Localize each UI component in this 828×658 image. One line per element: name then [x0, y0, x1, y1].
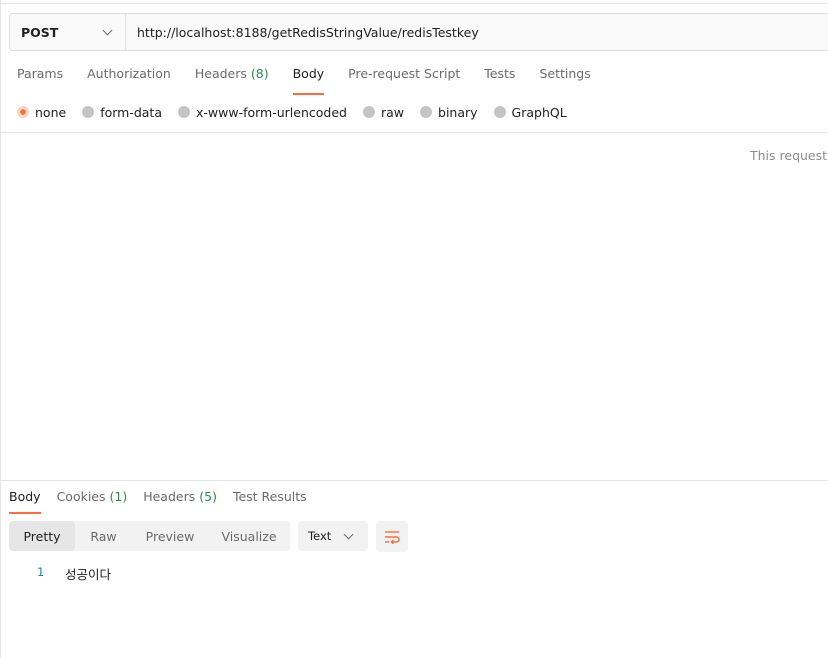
tab-params[interactable]: Params [17, 66, 63, 88]
format-select[interactable]: Text [298, 521, 368, 551]
radio-label: form-data [100, 104, 162, 120]
tab-label: Body [9, 489, 41, 504]
radio-label: none [35, 104, 67, 120]
tab-pre-request-script[interactable]: Pre-request Script [348, 66, 460, 88]
radio-x-www-form-urlencoded[interactable]: x-www-form-urlencoded [178, 105, 347, 120]
response-tab-headers[interactable]: Headers (5) [143, 489, 217, 511]
response-tab-test-results[interactable]: Test Results [233, 489, 307, 511]
wrap-lines-button[interactable] [376, 521, 408, 552]
response-tab-cookies[interactable]: Cookies (1) [57, 489, 128, 511]
tab-label: Headers [143, 489, 196, 504]
radio-raw[interactable]: raw [362, 104, 405, 120]
radio-binary[interactable]: binary [420, 105, 478, 120]
headers-count: (8) [250, 66, 269, 81]
tab-label: Headers [194, 66, 247, 81]
body-type-radios: none form-data x-www-form-urlencoded raw… [17, 104, 583, 120]
tab-label: Authorization [87, 66, 171, 81]
tab-label: Cookies [56, 489, 106, 504]
radio-graphql[interactable]: GraphQL [493, 104, 567, 120]
view-preview-button[interactable]: Preview [132, 521, 208, 551]
tab-label: Params [17, 66, 64, 81]
left-border [0, 0, 1, 658]
no-body-message: This request d [750, 148, 828, 163]
request-tabs: Params Authorization Headers (8) Body Pr… [17, 66, 615, 95]
line-number: 1 [37, 565, 44, 579]
view-pretty-button[interactable]: Pretty [9, 521, 75, 551]
tab-label: Pre-request Script [348, 66, 461, 81]
radio-icon [362, 106, 375, 118]
view-mode-group: Pretty Raw Preview Visualize [9, 521, 290, 551]
radio-selected-icon [17, 106, 29, 118]
tab-settings[interactable]: Settings [539, 66, 590, 88]
response-headers-count: (5) [199, 489, 217, 504]
radio-label: GraphQL [511, 104, 567, 120]
tab-body[interactable]: Body [292, 66, 325, 95]
radio-icon [82, 106, 95, 118]
method-label: POST [21, 24, 59, 40]
url-input[interactable]: http://localhost:8188/getRedisStringValu… [126, 25, 479, 40]
format-label: Text [308, 529, 332, 543]
radio-label: binary [438, 104, 478, 120]
view-visualize-button[interactable]: Visualize [208, 521, 290, 551]
url-bar: POST http://localhost:8188/getRedisStrin… [9, 13, 828, 51]
response-body-text: 성공이다 [65, 567, 112, 582]
radio-label: raw [380, 104, 405, 120]
tab-label: Body [292, 66, 325, 81]
tab-headers[interactable]: Headers (8) [195, 66, 269, 88]
radio-label: x-www-form-urlencoded [196, 104, 347, 120]
chevron-down-icon [102, 25, 113, 35]
radio-form-data[interactable]: form-data [82, 105, 162, 120]
request-body-divider [0, 132, 828, 133]
response-tabs: Body Cookies (1) Headers (5) Test Result… [9, 489, 323, 514]
view-raw-button[interactable]: Raw [75, 521, 132, 551]
response-tab-body[interactable]: Body [9, 489, 41, 514]
tab-label: Test Results [232, 489, 307, 504]
radio-icon [420, 106, 433, 118]
tab-label: Tests [484, 66, 516, 81]
tab-tests[interactable]: Tests [484, 66, 515, 88]
top-border [0, 3, 828, 4]
cookies-count: (1) [109, 489, 128, 504]
radio-icon [178, 106, 190, 118]
chevron-down-icon [343, 529, 354, 539]
wrap-lines-icon [385, 530, 400, 544]
radio-none[interactable]: none [17, 105, 66, 120]
method-select[interactable]: POST [10, 14, 126, 50]
response-divider [0, 480, 828, 481]
radio-icon [493, 106, 506, 118]
tab-label: Settings [539, 66, 591, 81]
tab-authorization[interactable]: Authorization [87, 66, 171, 88]
